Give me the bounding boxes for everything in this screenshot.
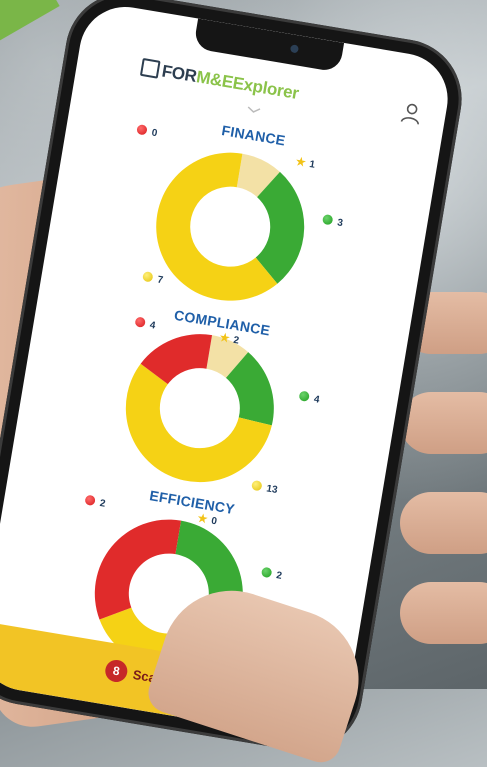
app-logo[interactable]: FORM&EExplorer	[139, 57, 301, 104]
red-dot-icon	[84, 494, 96, 507]
finger-right-4	[400, 582, 487, 644]
yellow-dot-icon	[251, 479, 263, 492]
legend-value: 3	[336, 217, 344, 230]
red-dot-icon	[134, 316, 146, 328]
logo-for: FOR	[160, 61, 199, 86]
legend-red-finance: 0	[136, 124, 158, 139]
legend-value: 2	[275, 570, 283, 582]
legend-green-compliance: 4	[298, 390, 321, 406]
donut-chart-finance[interactable]	[140, 137, 320, 317]
green-dot-icon	[298, 390, 310, 402]
legend-value: 13	[265, 483, 279, 497]
legend-value: 2	[98, 498, 107, 510]
green-dot-icon	[321, 213, 334, 226]
yellow-dot-icon	[142, 271, 154, 283]
star-icon: ★	[294, 155, 307, 170]
document-icon	[139, 57, 161, 79]
count-badge: 8	[103, 658, 129, 684]
green-dot-icon	[260, 566, 273, 579]
legend-red-efficiency: 2	[84, 494, 107, 510]
chevron-down-icon[interactable]	[246, 106, 261, 114]
donut-segment-red[interactable]	[90, 508, 182, 630]
legend-value: 4	[312, 393, 321, 406]
legend-value: 7	[156, 274, 164, 287]
star-icon: ★	[218, 331, 231, 346]
camera-icon	[289, 44, 300, 54]
legend-value: 0	[150, 127, 158, 140]
donut-chart-compliance[interactable]	[110, 318, 290, 498]
user-icon[interactable]	[398, 99, 426, 127]
finger-right-2	[400, 392, 487, 454]
star-icon: ★	[196, 512, 209, 526]
legend-green-efficiency: 2	[260, 566, 283, 582]
legend-green-finance: 3	[321, 213, 344, 230]
red-dot-icon	[136, 124, 148, 136]
finger-right-3	[400, 492, 487, 554]
logo-name: M&EExplorer	[194, 67, 301, 104]
legend-value: 4	[148, 319, 157, 332]
